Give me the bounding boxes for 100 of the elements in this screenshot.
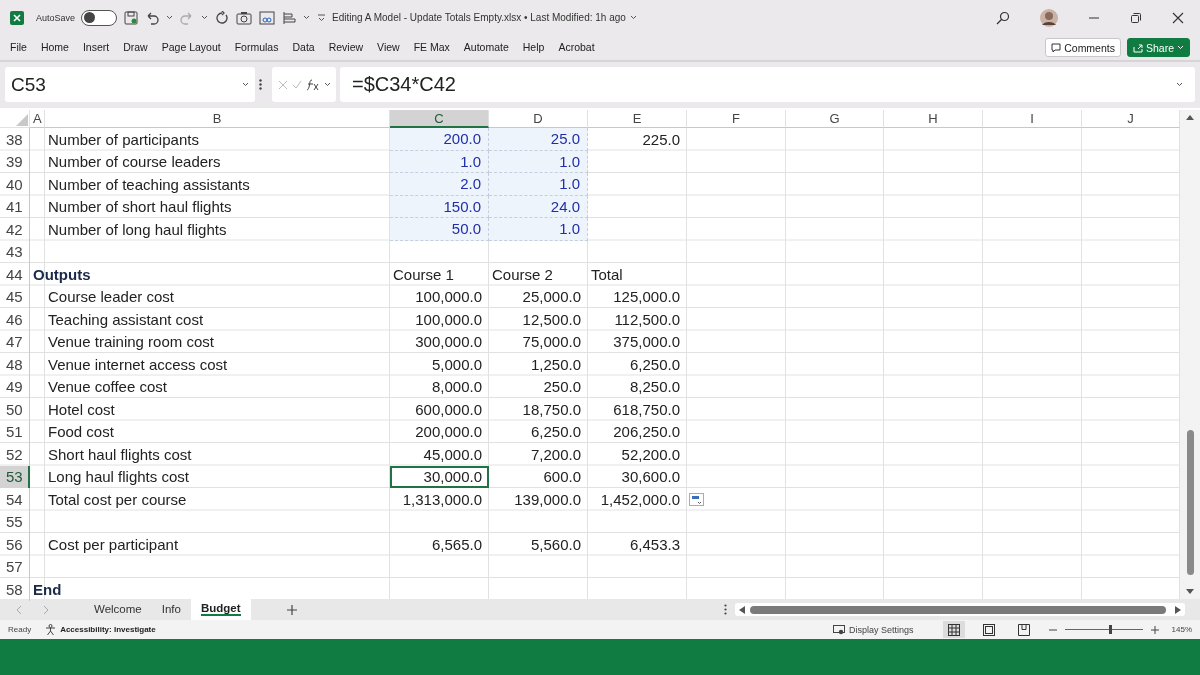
ribbon-tab[interactable]: FE Max (413, 37, 450, 58)
ribbon-tab[interactable]: Formulas (234, 37, 279, 58)
input-cell[interactable]: 200.0 (390, 128, 489, 151)
row-header[interactable]: 43 (0, 240, 30, 263)
row-header[interactable]: 40 (0, 173, 30, 196)
row-header[interactable]: 39 (0, 150, 30, 173)
ribbon-tab[interactable]: Data (292, 37, 315, 58)
ribbon-tab[interactable]: Home (40, 37, 69, 58)
dropdown-caret-icon[interactable] (242, 82, 249, 87)
comments-button[interactable]: Comments (1045, 38, 1121, 57)
table-cell-text: 100,000.0 (414, 287, 483, 308)
scroll-right-icon[interactable] (1175, 605, 1181, 614)
camera-icon[interactable] (236, 10, 253, 25)
row-header[interactable]: 46 (0, 308, 30, 331)
row-header[interactable]: 49 (0, 375, 30, 398)
insert-function-icon[interactable] (305, 78, 320, 91)
selected-cell[interactable]: 30,000.0 (390, 465, 489, 488)
ribbon-tab[interactable]: Insert (82, 37, 110, 58)
input-cell[interactable]: 1.0 (489, 150, 588, 173)
search-icon[interactable] (996, 10, 1010, 25)
zoom-in-icon[interactable] (1150, 625, 1159, 634)
row-header[interactable]: 56 (0, 533, 30, 556)
row-header[interactable]: 38 (0, 128, 30, 151)
row-header[interactable]: 42 (0, 218, 30, 241)
formula-field[interactable]: =$C34*C42 (340, 67, 1195, 102)
more-options-icon[interactable] (724, 604, 727, 615)
row-header[interactable]: 48 (0, 353, 30, 376)
customize-toolbar-icon[interactable] (317, 13, 327, 22)
display-settings-icon[interactable] (833, 624, 845, 635)
page-break-view-icon (1017, 623, 1030, 636)
ribbon-tab[interactable]: Help (522, 37, 545, 58)
input-cell[interactable]: 24.0 (489, 195, 588, 218)
input-cell[interactable]: 150.0 (390, 195, 489, 218)
row-header[interactable]: 41 (0, 195, 30, 218)
undo-icon[interactable] (145, 10, 160, 25)
ribbon-tab[interactable]: View (377, 37, 400, 58)
input-cell[interactable]: 1.0 (489, 173, 588, 196)
row-header[interactable]: 47 (0, 330, 30, 353)
zoom-level[interactable]: 145% (1171, 625, 1192, 634)
align-icon[interactable] (282, 10, 297, 25)
restore-icon[interactable] (1130, 11, 1142, 24)
refresh-icon[interactable] (215, 10, 230, 25)
page-layout-view-icon (982, 623, 995, 636)
input-cell[interactable]: 1.0 (489, 218, 588, 241)
scroll-down-icon[interactable] (1186, 589, 1194, 595)
input-cell[interactable]: 25.0 (489, 128, 588, 151)
share-button[interactable]: Share (1126, 38, 1190, 57)
row-header[interactable]: 45 (0, 285, 30, 308)
accessibility-status[interactable]: Accessibility: Investigate (60, 625, 156, 634)
picture-icon[interactable] (259, 10, 276, 25)
scroll-up-icon[interactable] (1186, 114, 1194, 120)
row-label: Number of long haul flights (48, 220, 227, 238)
table-cell-text: 5,560.0 (529, 534, 582, 555)
input-cell[interactable]: 50.0 (390, 218, 489, 241)
display-settings-button[interactable]: Display Settings (849, 624, 914, 635)
scroll-thumb[interactable] (750, 605, 1166, 614)
close-icon[interactable] (1172, 11, 1184, 24)
sheet-tab[interactable]: Info (151, 599, 191, 620)
ribbon-tab[interactable]: Draw (123, 37, 148, 58)
row-header[interactable]: 51 (0, 420, 30, 443)
view-button[interactable] (942, 621, 965, 638)
row-header[interactable]: 57 (0, 555, 30, 578)
more-options-icon[interactable] (259, 79, 262, 90)
caret-icon[interactable] (201, 15, 209, 20)
expand-caret-icon[interactable] (1176, 82, 1183, 87)
caret-icon[interactable] (323, 82, 331, 87)
sheet-tab[interactable]: Budget (190, 599, 251, 620)
input-cell[interactable]: 1.0 (390, 150, 489, 173)
row-header[interactable]: 53 (0, 465, 30, 488)
horizontal-scrollbar[interactable] (735, 603, 1185, 616)
row-header[interactable]: 55 (0, 510, 30, 533)
name-box[interactable]: C53 (5, 67, 255, 102)
paste-options-icon[interactable] (689, 493, 704, 506)
row-header[interactable]: 54 (0, 488, 30, 511)
row-header[interactable]: 52 (0, 443, 30, 466)
accessibility-icon[interactable] (45, 624, 57, 635)
autosave-toggle[interactable] (81, 9, 118, 26)
vertical-scrollbar[interactable] (1180, 110, 1200, 599)
sheet-tab[interactable]: Welcome (84, 599, 152, 620)
ribbon-tab[interactable]: Page Layout (161, 37, 221, 58)
ribbon-tab[interactable]: Acrobat (558, 37, 595, 58)
ribbon-tab[interactable]: Automate (463, 37, 509, 58)
caret-icon[interactable] (303, 15, 311, 20)
row-header[interactable]: 44 (0, 263, 30, 286)
ribbon-tab[interactable]: Review (328, 37, 364, 58)
save-icon[interactable] (124, 10, 139, 25)
title-caret-icon[interactable] (629, 15, 637, 20)
zoom-slider-thumb[interactable] (1108, 625, 1112, 634)
scroll-left-icon[interactable] (739, 605, 745, 614)
add-sheet-icon[interactable] (286, 604, 297, 615)
autosave-label: AutoSave (36, 12, 76, 23)
ribbon-tab[interactable]: File (10, 37, 27, 58)
column-label: Course 2 (491, 264, 554, 285)
scroll-thumb[interactable] (1186, 430, 1194, 575)
row-header[interactable]: 50 (0, 398, 30, 421)
avatar-icon[interactable] (1040, 8, 1058, 27)
input-cell[interactable]: 2.0 (390, 173, 489, 196)
column-header[interactable]: C (390, 110, 489, 128)
caret-icon[interactable] (166, 15, 174, 20)
table-cell-text: 8,250.0 (628, 377, 681, 398)
